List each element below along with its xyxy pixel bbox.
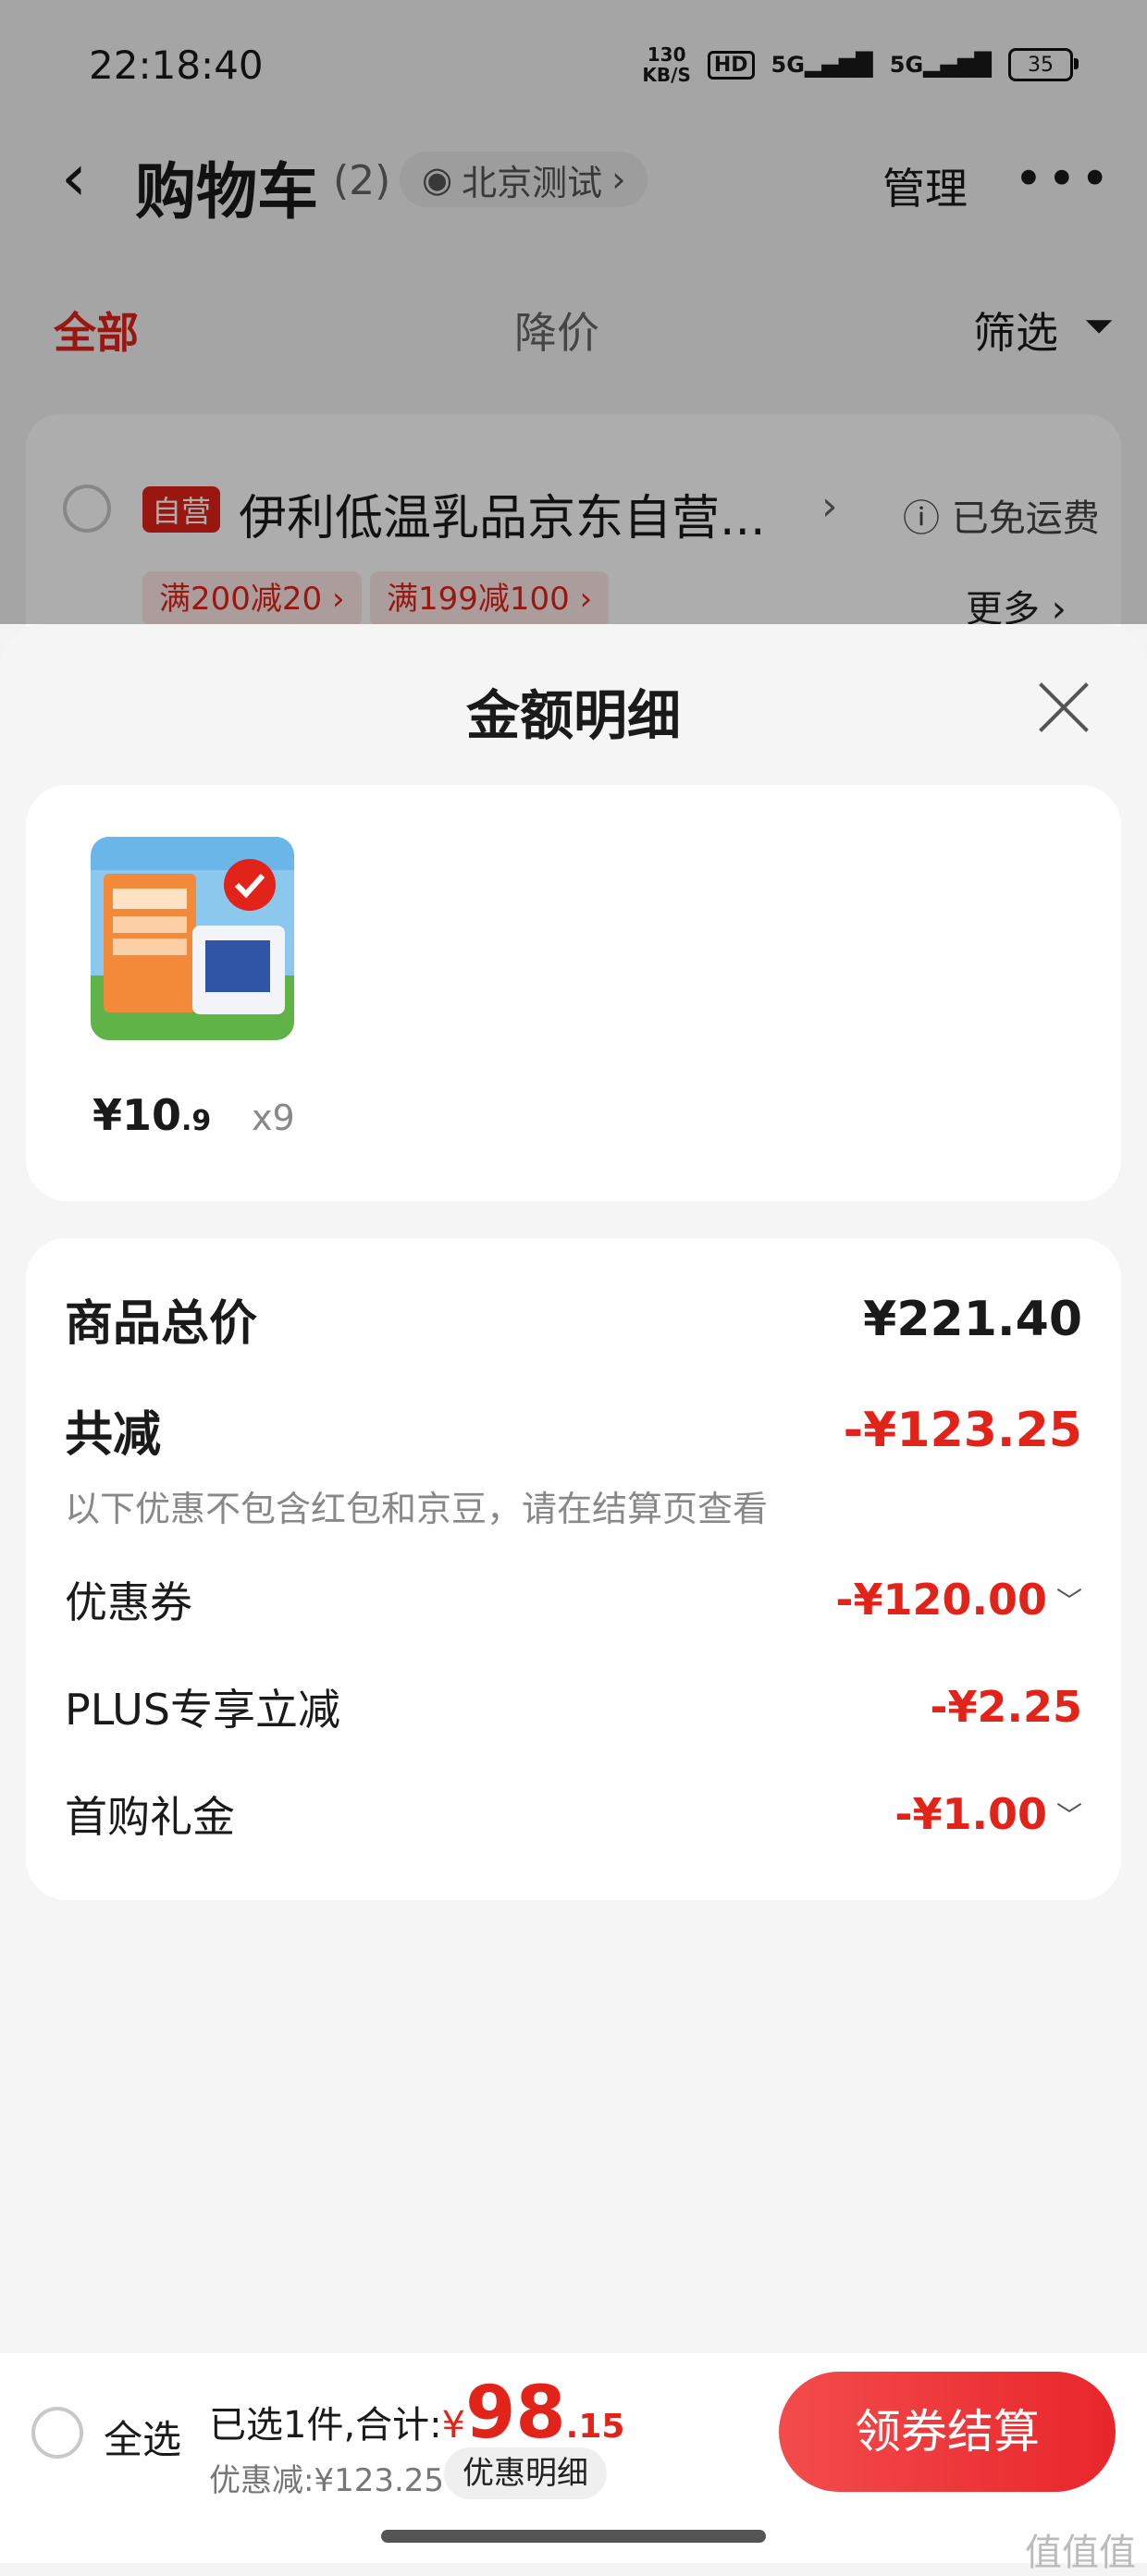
discount-label: PLUS专享立减 (65, 1685, 340, 1735)
sheet-title: 金额明细 (465, 684, 681, 747)
chevron-down-icon: ﹀ (1055, 1800, 1082, 1831)
dim-overlay[interactable] (0, 0, 1147, 624)
discount-note: 以下优惠不包含红包和京豆，请在结算页查看 (65, 1489, 769, 1529)
home-indicator[interactable] (381, 2530, 766, 2543)
total-reduce-value: -¥123.25 (843, 1402, 1082, 1458)
select-all-label[interactable]: 全选 (104, 2409, 181, 2465)
discount-summary: 优惠减:¥123.25 (209, 2462, 445, 2499)
discount-label: 首购礼金 (65, 1792, 235, 1842)
total-reduce-label: 共减 (65, 1407, 162, 1463)
watermark: 值值值 (1025, 2532, 1136, 2574)
discount-row-plus: PLUS专享立减 -¥2.25 (65, 1676, 1082, 1737)
close-icon[interactable] (1036, 680, 1092, 735)
product-thumbnail (91, 837, 294, 1040)
checkout-button[interactable]: 领券结算 (779, 2372, 1116, 2492)
product-price: ¥10.9 (92, 1090, 212, 1140)
select-all-radio[interactable] (31, 2407, 83, 2459)
discount-value: -¥1.00 ﹀ (894, 1789, 1082, 1839)
total-summary: 已选1件,合计: ¥ 98 .15 (209, 2372, 625, 2455)
chevron-down-icon: ﹀ (1055, 1586, 1082, 1616)
discount-detail-button[interactable]: 优惠明细 (444, 2447, 607, 2499)
discount-row-coupon[interactable]: 优惠券 -¥120.00 ﹀ (65, 1569, 1082, 1630)
discount-value: -¥120.00 ﹀ (835, 1575, 1082, 1625)
total-price-label: 商品总价 (65, 1296, 258, 1352)
discount-row-first-purchase[interactable]: 首购礼金 -¥1.00 ﹀ (65, 1784, 1082, 1845)
product-card: ¥10.9 x9 (26, 785, 1121, 1201)
amount-detail-sheet: 金额明细 ¥10.9 x9 商品总价 ¥221.40 共减 -¥123.25 以… (0, 624, 1147, 2353)
discount-value: -¥2.25 (930, 1682, 1082, 1732)
price-breakdown-card: 商品总价 ¥221.40 共减 -¥123.25 以下优惠不包含红包和京豆，请在… (26, 1238, 1121, 1900)
product-quantity: x9 (252, 1098, 295, 1138)
total-price-value: ¥221.40 (863, 1291, 1082, 1347)
total-amount: 98 (465, 2372, 566, 2455)
discount-label: 优惠券 (65, 1577, 192, 1627)
total-price-row: 商品总价 ¥221.40 (65, 1284, 1082, 1354)
total-reduce-row: 共减 -¥123.25 (65, 1395, 1082, 1465)
